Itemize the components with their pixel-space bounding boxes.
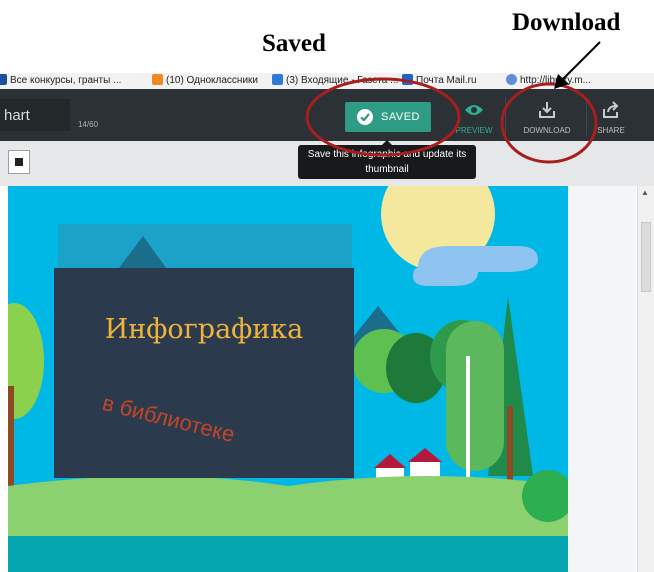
save-tooltip: Save this infographic and update its thu…	[298, 140, 476, 179]
preview-button[interactable]: PREVIEW	[452, 99, 496, 137]
trunk	[507, 406, 513, 486]
chart-title-value: hart	[4, 107, 30, 124]
scroll-up-icon[interactable]: ▲	[641, 188, 649, 197]
bookmark-icon	[0, 74, 7, 85]
download-annotation: Download	[512, 9, 621, 36]
bookmarks-bar: Все конкурсы, гранты ... (10) Одноклассн…	[0, 73, 654, 89]
download-button[interactable]: DOWNLOAD	[510, 99, 584, 137]
dark-title-box	[54, 268, 354, 478]
eye-icon	[465, 105, 483, 115]
scrollbar-thumb[interactable]	[641, 222, 651, 292]
bookmark-item[interactable]: Все конкурсы, гранты ...	[0, 74, 121, 86]
infographic-scene	[8, 186, 568, 572]
layout-tool-button[interactable]	[8, 150, 30, 174]
bookmark-icon	[506, 74, 517, 85]
chart-title-input[interactable]: hart	[0, 99, 70, 131]
tree-d	[446, 321, 504, 471]
vertical-scrollbar[interactable]: ▲	[637, 186, 654, 572]
editor-toolbar: hart 14/60 SAVED PREVIEW DOWNLOAD SHARE	[0, 89, 654, 141]
saved-button[interactable]: SAVED	[345, 102, 431, 132]
preview-label: PREVIEW	[455, 126, 493, 135]
bookmark-icon	[402, 74, 413, 85]
check-icon	[357, 109, 373, 125]
bookmark-item[interactable]: (10) Одноклассники	[152, 74, 258, 86]
download-icon	[539, 102, 555, 118]
bookmark-icon	[152, 74, 163, 85]
share-button[interactable]: SHARE	[586, 99, 636, 137]
infographic-canvas[interactable]: Инфографика в библиотеке	[8, 186, 568, 572]
share-icon	[603, 101, 619, 118]
download-label: DOWNLOAD	[523, 126, 571, 135]
bookmark-item[interactable]: (3) Входящие - Газета ...	[272, 74, 398, 86]
hill	[8, 476, 568, 546]
share-label: SHARE	[597, 126, 625, 135]
char-counter: 14/60	[78, 120, 99, 129]
toolbar-divider	[505, 97, 506, 135]
saved-annotation: Saved	[262, 30, 326, 57]
right-panel	[568, 186, 636, 572]
bookmark-item[interactable]: Почта Mail.ru	[402, 74, 477, 86]
infographic-title[interactable]: Инфографика	[54, 314, 354, 345]
saved-label: SAVED	[381, 111, 420, 123]
bookmark-icon	[272, 74, 283, 85]
water	[8, 536, 568, 572]
bookmark-item[interactable]: http://library.m...	[506, 74, 591, 86]
